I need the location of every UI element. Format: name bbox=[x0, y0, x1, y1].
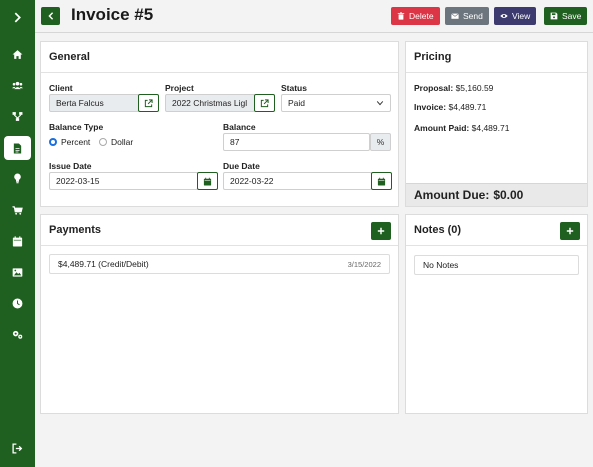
send-button[interactable]: Send bbox=[445, 7, 489, 25]
project-field[interactable]: 2022 Christmas Ligl bbox=[165, 94, 255, 112]
due-date-picker-button[interactable] bbox=[371, 172, 392, 190]
logout-icon bbox=[12, 442, 23, 454]
balance-unit: % bbox=[370, 133, 391, 151]
proposal-line: Proposal: $5,160.59 bbox=[414, 83, 493, 93]
invoice-value: $4,489.71 bbox=[448, 102, 487, 112]
sidebar-item-invoices[interactable] bbox=[4, 136, 31, 160]
amount-due-value: $0.00 bbox=[493, 188, 524, 202]
chevron-down-icon bbox=[376, 101, 384, 106]
cart-icon bbox=[12, 205, 23, 215]
calendar-icon bbox=[12, 235, 23, 246]
sidebar-item-logout[interactable] bbox=[0, 436, 35, 460]
invoice-label: Invoice: bbox=[414, 102, 447, 112]
amount-paid-line: Amount Paid: $4,489.71 bbox=[414, 123, 509, 133]
back-button[interactable] bbox=[41, 7, 60, 25]
amount-due-bar: Amount Due: $0.00 bbox=[406, 183, 587, 206]
eye-icon bbox=[500, 14, 508, 18]
notes-empty: No Notes bbox=[414, 255, 579, 275]
view-button-label: View bbox=[512, 11, 531, 21]
sidebar-item-shop[interactable] bbox=[0, 198, 35, 222]
chevron-right-icon bbox=[14, 11, 21, 23]
sidebar-item-home[interactable] bbox=[0, 42, 35, 66]
add-note-button[interactable] bbox=[560, 222, 580, 240]
project-open-button[interactable] bbox=[254, 94, 275, 112]
add-payment-button[interactable] bbox=[371, 222, 391, 240]
due-date-label: Due Date bbox=[223, 161, 260, 171]
users-icon bbox=[12, 81, 23, 89]
trash-icon bbox=[397, 12, 405, 20]
client-field[interactable]: Berta Falcus bbox=[49, 94, 139, 112]
plus-icon bbox=[377, 227, 385, 235]
sidebar-item-history[interactable] bbox=[0, 291, 35, 315]
payment-row[interactable]: $4,489.71 (Credit/Debit) 3/15/2022 bbox=[49, 254, 390, 274]
network-icon bbox=[12, 111, 23, 121]
radio-unselected-icon bbox=[99, 138, 107, 146]
lightbulb-icon bbox=[14, 173, 21, 183]
balance-label: Balance bbox=[223, 122, 256, 132]
project-label: Project bbox=[165, 83, 194, 93]
balance-input[interactable]: 87 bbox=[223, 133, 370, 151]
sidebar-item-users[interactable] bbox=[0, 73, 35, 97]
status-label: Status bbox=[281, 83, 307, 93]
pricing-title: Pricing bbox=[406, 42, 587, 73]
general-card: General Client Berta Falcus Project 2022… bbox=[40, 41, 399, 207]
delete-button-label: Delete bbox=[409, 11, 434, 21]
sidebar-item-gallery[interactable] bbox=[0, 260, 35, 284]
external-link-icon bbox=[260, 98, 269, 107]
envelope-icon bbox=[451, 13, 459, 19]
view-button[interactable]: View bbox=[494, 7, 537, 25]
general-title: General bbox=[41, 42, 398, 73]
sidebar-item-settings[interactable] bbox=[0, 322, 35, 346]
calendar-icon bbox=[203, 177, 212, 186]
amount-due-label: Amount Due: bbox=[414, 188, 490, 202]
client-open-button[interactable] bbox=[138, 94, 159, 112]
chevron-left-icon bbox=[47, 12, 53, 20]
document-icon bbox=[13, 142, 22, 154]
proposal-value: $5,160.59 bbox=[455, 83, 494, 93]
payment-date: 3/15/2022 bbox=[347, 259, 381, 269]
sidebar-item-calendar[interactable] bbox=[0, 229, 35, 253]
sidebar-item-ideas[interactable] bbox=[0, 166, 35, 190]
due-date-input[interactable]: 2022-03-22 bbox=[223, 172, 372, 190]
status-select[interactable]: Paid bbox=[281, 94, 391, 112]
balance-type-label: Balance Type bbox=[49, 122, 104, 132]
percent-label: Percent bbox=[61, 137, 91, 147]
payments-card: Payments $4,489.71 (Credit/Debit) 3/15/2… bbox=[40, 214, 399, 414]
page-title: Invoice #5 bbox=[71, 5, 154, 24]
amount-paid-value: $4,489.71 bbox=[471, 123, 510, 133]
home-icon bbox=[12, 49, 23, 59]
delete-button[interactable]: Delete bbox=[391, 7, 440, 25]
client-label: Client bbox=[49, 83, 73, 93]
payments-title: Payments bbox=[41, 215, 398, 246]
issue-date-label: Issue Date bbox=[49, 161, 92, 171]
issue-date-picker-button[interactable] bbox=[197, 172, 218, 190]
save-button[interactable]: Save bbox=[544, 7, 588, 25]
radio-selected-icon bbox=[49, 138, 57, 146]
balance-type-dollar[interactable]: Dollar bbox=[99, 137, 133, 147]
image-icon bbox=[12, 267, 23, 277]
external-link-icon bbox=[144, 98, 153, 107]
amount-paid-label: Amount Paid: bbox=[414, 123, 470, 133]
plus-icon bbox=[566, 227, 574, 235]
sidebar bbox=[0, 0, 35, 467]
proposal-label: Proposal: bbox=[414, 83, 454, 93]
floppy-disk-icon bbox=[550, 12, 558, 20]
gears-icon bbox=[12, 330, 23, 339]
issue-date-input[interactable]: 2022-03-15 bbox=[49, 172, 198, 190]
balance-type-percent[interactable]: Percent bbox=[49, 137, 90, 147]
top-bar: Invoice #5 Delete Send View Save bbox=[35, 0, 593, 33]
dollar-label: Dollar bbox=[111, 137, 134, 147]
send-button-label: Send bbox=[463, 11, 483, 21]
pricing-card: Pricing Proposal: $5,160.59 Invoice: $4,… bbox=[405, 41, 588, 207]
notes-card: Notes (0) No Notes bbox=[405, 214, 588, 414]
clock-icon bbox=[12, 298, 23, 308]
invoice-line: Invoice: $4,489.71 bbox=[414, 102, 486, 112]
sidebar-item-network[interactable] bbox=[0, 104, 35, 128]
sidebar-toggle[interactable] bbox=[0, 5, 35, 29]
payment-amount: $4,489.71 (Credit/Debit) bbox=[58, 259, 149, 269]
status-value: Paid bbox=[288, 98, 306, 108]
save-button-label: Save bbox=[562, 11, 582, 21]
calendar-icon bbox=[377, 177, 386, 186]
